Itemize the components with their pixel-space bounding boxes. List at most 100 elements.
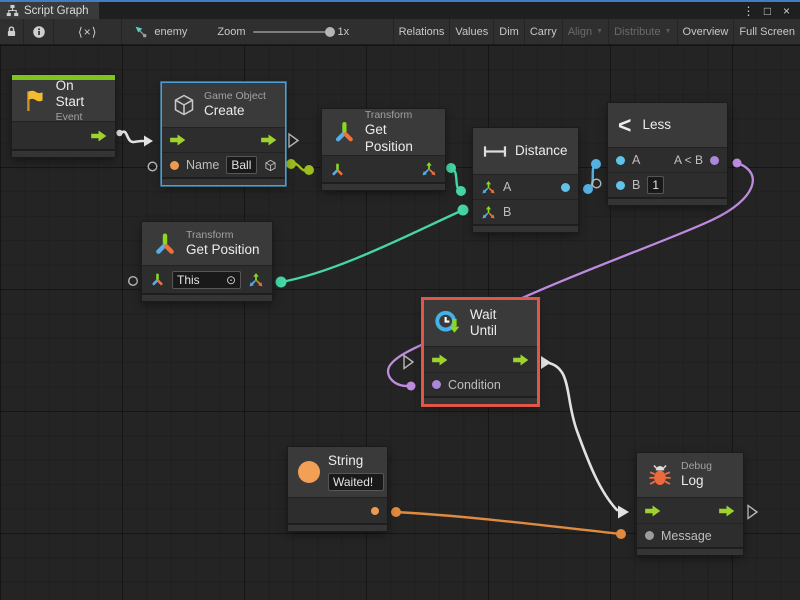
name-in-port[interactable] bbox=[170, 161, 179, 170]
node-category: Game Object bbox=[204, 90, 266, 102]
flow-in-port[interactable] bbox=[432, 354, 448, 366]
flow-out-port[interactable] bbox=[513, 354, 529, 366]
lock-button[interactable] bbox=[0, 19, 24, 44]
string-value-input[interactable]: Waited! bbox=[328, 473, 384, 491]
node-header: Transform Get Position bbox=[322, 109, 445, 155]
node-title: Wait Until bbox=[470, 307, 527, 339]
node-title: Create bbox=[204, 103, 266, 119]
flow-out-port[interactable] bbox=[261, 134, 277, 146]
float-out-port[interactable] bbox=[561, 183, 570, 192]
fullscreen-button[interactable]: Full Screen bbox=[733, 19, 800, 44]
transform-icon bbox=[152, 231, 178, 257]
game-object-icon bbox=[172, 93, 196, 117]
zoom-value: 1x bbox=[338, 26, 350, 38]
node-on-start[interactable]: On Start Event bbox=[12, 75, 115, 157]
port-row bbox=[288, 497, 387, 523]
vector3-out-port[interactable] bbox=[248, 272, 264, 288]
flow-row bbox=[162, 127, 285, 152]
port-row: This ⊙ bbox=[142, 265, 272, 293]
flow-in-port[interactable] bbox=[170, 134, 186, 146]
flow-out-port[interactable] bbox=[719, 505, 735, 517]
node-title: Distance bbox=[515, 143, 568, 159]
b-in-port[interactable] bbox=[616, 181, 625, 190]
node-create[interactable]: Game Object Create Name Ball bbox=[162, 83, 285, 185]
transform-in-port[interactable] bbox=[150, 272, 165, 287]
flow-out-port[interactable] bbox=[91, 130, 107, 142]
script-graph-icon bbox=[6, 4, 19, 17]
graph-asset-icon bbox=[134, 25, 148, 39]
a-in-port[interactable] bbox=[616, 156, 625, 165]
align-button[interactable]: Align▼ bbox=[562, 19, 608, 44]
lock-icon bbox=[6, 24, 17, 39]
graph-toolbar: ⟨×⟩ enemy Zoom 1x Relations Values Dim C… bbox=[0, 19, 800, 45]
game-object-out-port[interactable] bbox=[264, 158, 277, 173]
node-debug-log[interactable]: Debug Log Message bbox=[637, 453, 743, 555]
node-footer bbox=[288, 523, 387, 531]
condition-row: Condition bbox=[424, 372, 537, 396]
name-port-label: Name bbox=[186, 158, 219, 172]
string-out-port[interactable] bbox=[371, 507, 379, 515]
vector3-out-port[interactable] bbox=[421, 161, 437, 177]
node-header: Game Object Create bbox=[162, 83, 285, 127]
graph-breadcrumb[interactable]: enemy bbox=[122, 19, 199, 44]
overview-button[interactable]: Overview bbox=[677, 19, 734, 44]
tab-script-graph[interactable]: Script Graph bbox=[0, 2, 99, 19]
zoom-slider-handle[interactable] bbox=[325, 27, 335, 37]
port-row bbox=[12, 121, 115, 149]
less-icon: < bbox=[618, 114, 631, 137]
target-input[interactable]: This ⊙ bbox=[172, 271, 241, 289]
info-button[interactable] bbox=[24, 19, 54, 44]
distance-icon bbox=[483, 144, 507, 159]
node-wait-until[interactable]: Wait Until Condition bbox=[424, 300, 537, 404]
values-button[interactable]: Values bbox=[449, 19, 493, 44]
carry-button[interactable]: Carry bbox=[524, 19, 562, 44]
node-title: String bbox=[328, 453, 384, 469]
flow-row bbox=[424, 346, 537, 372]
message-row: Message bbox=[637, 523, 743, 547]
message-in-port[interactable] bbox=[645, 531, 654, 540]
node-string[interactable]: String Waited! bbox=[288, 447, 387, 531]
close-icon[interactable]: × bbox=[779, 4, 794, 18]
node-header: On Start Event bbox=[12, 80, 115, 121]
node-footer bbox=[322, 182, 445, 190]
bool-out-port[interactable] bbox=[710, 156, 719, 165]
node-header: Debug Log bbox=[637, 453, 743, 497]
vector3-in-port-a[interactable] bbox=[481, 180, 496, 195]
node-footer bbox=[473, 224, 578, 232]
zoom-label: Zoom bbox=[217, 26, 245, 38]
code-view-button[interactable]: ⟨×⟩ bbox=[54, 19, 122, 44]
wait-clock-icon bbox=[434, 309, 462, 337]
input-a-row: A A < B bbox=[608, 147, 727, 172]
vector3-in-port-b[interactable] bbox=[481, 205, 496, 220]
transform-in-port[interactable] bbox=[330, 162, 345, 177]
node-header: < Less bbox=[608, 103, 727, 147]
window-menu-icon[interactable]: ⋮ bbox=[741, 4, 756, 18]
maximize-icon[interactable]: □ bbox=[760, 4, 775, 18]
name-input[interactable]: Ball bbox=[226, 156, 257, 174]
object-picker-icon[interactable]: ⊙ bbox=[226, 273, 236, 287]
node-get-position-top[interactable]: Transform Get Position bbox=[322, 109, 445, 190]
b-value-input[interactable]: 1 bbox=[647, 176, 664, 194]
node-get-position-left[interactable]: Transform Get Position This ⊙ bbox=[142, 222, 272, 301]
relations-button[interactable]: Relations bbox=[393, 19, 450, 44]
node-subtitle: Event bbox=[56, 111, 105, 123]
zoom-slider[interactable] bbox=[253, 31, 331, 33]
dim-button[interactable]: Dim bbox=[493, 19, 524, 44]
string-icon bbox=[298, 461, 320, 483]
distribute-button[interactable]: Distribute▼ bbox=[608, 19, 676, 44]
zoom-control: Zoom 1x bbox=[205, 19, 361, 44]
toolbar-buttons: Relations Values Dim Carry Align▼ Distri… bbox=[393, 19, 800, 44]
node-footer bbox=[637, 547, 743, 555]
port-row bbox=[322, 155, 445, 182]
condition-in-port[interactable] bbox=[432, 380, 441, 389]
node-title: Log bbox=[681, 473, 712, 489]
flow-in-port[interactable] bbox=[645, 505, 661, 517]
name-row: Name Ball bbox=[162, 152, 285, 177]
code-icon: ⟨×⟩ bbox=[60, 25, 115, 39]
node-less[interactable]: < Less A A < B B 1 bbox=[608, 103, 727, 205]
node-title: On Start bbox=[56, 78, 105, 110]
node-category: Transform bbox=[365, 109, 435, 121]
node-distance[interactable]: Distance A B bbox=[473, 128, 578, 232]
node-header: Transform Get Position bbox=[142, 222, 272, 265]
chevron-down-icon: ▼ bbox=[665, 28, 672, 35]
